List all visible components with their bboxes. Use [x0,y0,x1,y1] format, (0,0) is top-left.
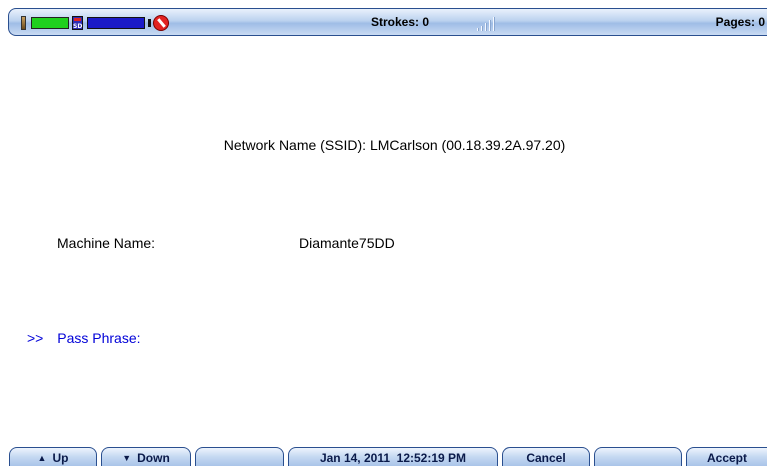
date-time-display: Jan 14, 2011 12:52:19 PM [288,447,498,466]
battery-small-icon [21,16,26,30]
accept-button[interactable]: Accept [686,447,767,466]
down-arrow-icon: ▼ [122,453,132,463]
cancel-button[interactable]: Cancel [502,447,590,466]
pass-phrase-row[interactable]: >> Pass Phrase: [27,330,141,346]
strokes-counter: Strokes: 0 [371,15,430,29]
signal-strength-icon [475,15,501,31]
blank-softkey-1[interactable] [195,447,284,466]
network-name-ssid: Network Name (SSID): LMCarlson (00.18.39… [223,137,566,153]
machine-name-label: Machine Name: [57,235,156,251]
storage-level-bar [87,17,145,29]
down-button[interactable]: ▼ Down [101,447,191,466]
battery-level-bar [31,17,69,29]
blank-softkey-2[interactable] [594,447,682,466]
sd-card-icon: SD [72,16,83,30]
storage-level-bar-end [148,19,151,27]
no-phone-icon [153,15,169,31]
up-button[interactable]: ▲ Up [9,447,97,466]
machine-name-value[interactable]: Diamante75DD [299,235,395,251]
down-button-label: Down [137,451,170,465]
pages-counter: Pages: 0 [715,15,765,29]
selection-arrow-icon: >> [27,330,44,346]
up-arrow-icon: ▲ [37,453,47,463]
up-button-label: Up [52,451,69,465]
status-bar: SD Strokes: 0 Pages: 0 [8,8,767,36]
pass-phrase-label: Pass Phrase: [57,330,141,346]
